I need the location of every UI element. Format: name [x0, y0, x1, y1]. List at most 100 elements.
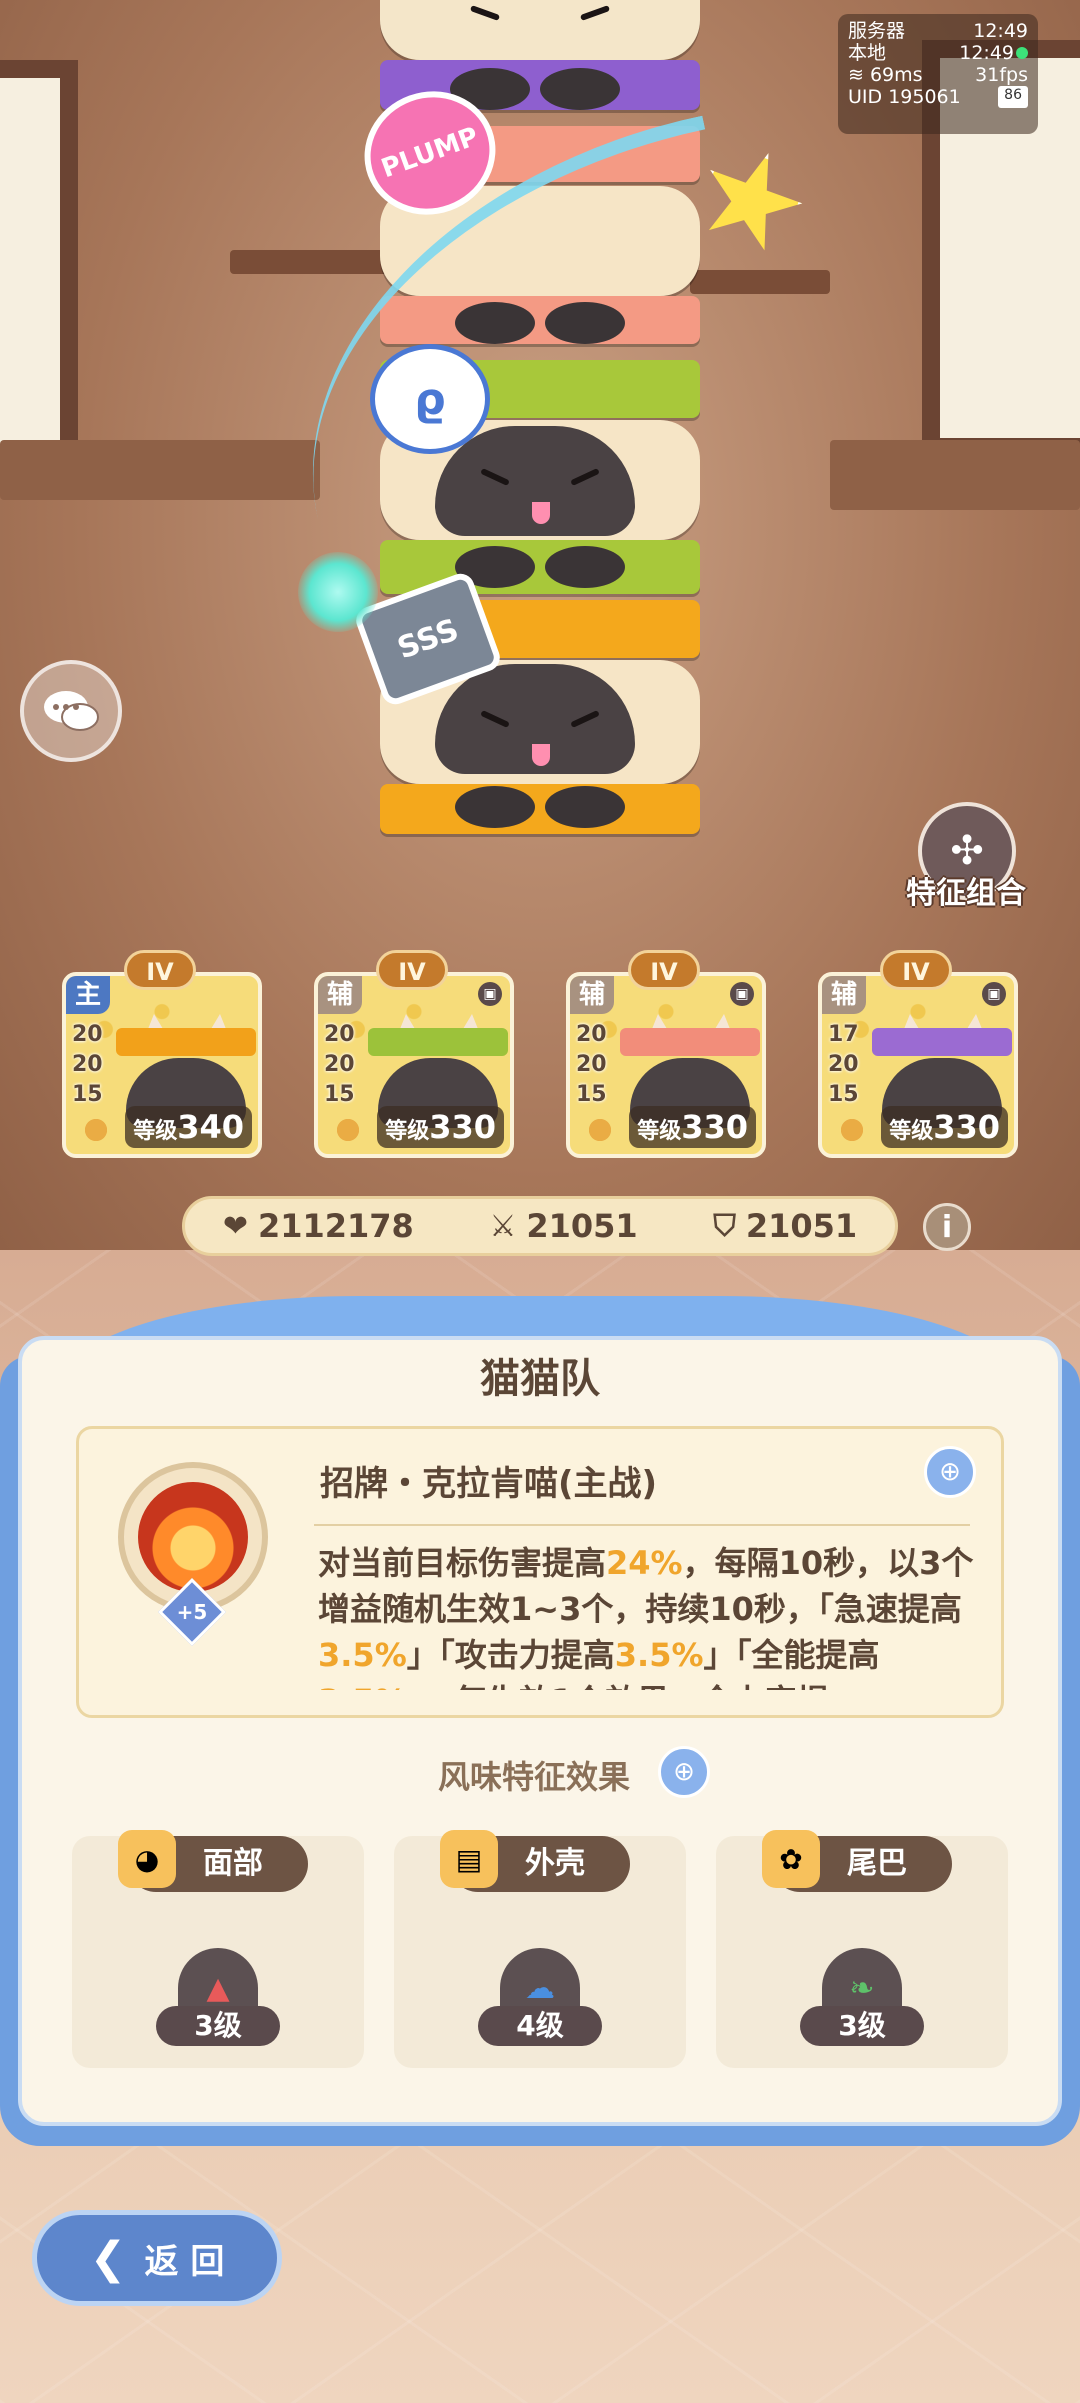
flavor-band — [620, 1028, 760, 1056]
chat-button[interactable] — [20, 660, 122, 762]
paw-pattern — [828, 1110, 876, 1150]
info-button[interactable]: i — [923, 1203, 971, 1251]
trait-stat: 20 — [324, 1052, 355, 1077]
skill-divider — [314, 1524, 970, 1526]
glow-orb — [298, 552, 378, 632]
trait-stats: 20 20 15 — [576, 1020, 607, 1110]
uid-value: 195061 — [888, 86, 961, 108]
trait-card[interactable]: ✿ 尾巴 ❧ 3级 — [716, 1830, 1008, 2068]
trait-stats: 17 20 15 — [828, 1020, 859, 1110]
trait-level: 3级 — [156, 2006, 280, 2046]
card-level: 等级330 — [881, 1106, 1008, 1148]
trait-stat: 20 — [576, 1052, 607, 1077]
card-frame: 辅 ▣ 17 20 15 等级330 — [818, 972, 1018, 1158]
server-label: 服务器 — [848, 20, 906, 42]
flame-icon — [138, 1482, 248, 1592]
info-icon: i — [941, 1210, 953, 1245]
card-level: 等级330 — [377, 1106, 504, 1148]
team-stats-bar: ❤ 2112178 ⚔ 21051 ⛉ 21051 — [182, 1196, 898, 1256]
online-dot-icon — [1016, 47, 1028, 59]
trait-stat: 20 — [324, 1022, 355, 1047]
left-window — [0, 60, 78, 476]
paw-pattern — [72, 1110, 120, 1150]
defense-value: 21051 — [745, 1207, 858, 1245]
trait-stat: 20 — [72, 1022, 103, 1047]
chat-bubble-icon — [44, 691, 99, 731]
trait-card[interactable]: ▤ 外壳 ☁ 4级 — [394, 1830, 686, 2068]
skill-zoom-button[interactable]: ⊕ — [924, 1446, 976, 1498]
tail-icon: ✿ — [762, 1830, 820, 1888]
left-shelf — [230, 250, 400, 274]
trait-stats: 20 20 15 — [72, 1020, 103, 1110]
flavor-band — [368, 1028, 508, 1056]
attack-value: 21051 — [526, 1207, 638, 1245]
cat-paw — [545, 786, 625, 828]
fps-value: 31fps — [975, 64, 1028, 86]
role-tag: 辅 — [318, 976, 362, 1014]
cat-paw — [455, 786, 535, 828]
lock-icon: ▣ — [982, 982, 1006, 1006]
wifi-icon: ≋ — [848, 64, 864, 86]
team-card[interactable]: IV 辅 ▣ 20 20 15 等级330 — [314, 950, 514, 1158]
rank-badge: IV — [880, 950, 952, 990]
trait-stat: 15 — [828, 1082, 859, 1107]
paw-pattern — [576, 1110, 624, 1150]
shell-icon: ▤ — [440, 1830, 498, 1888]
rank-badge: IV — [628, 950, 700, 990]
cat-mouth — [532, 502, 550, 524]
trait-stat: 17 — [828, 1022, 859, 1047]
trait-stat: 20 — [828, 1052, 859, 1077]
ping-value: 69ms — [869, 64, 923, 86]
hp-value: 2112178 — [257, 1207, 414, 1245]
rank-badge: IV — [124, 950, 196, 990]
role-tag: 主 — [66, 976, 110, 1014]
blue-badge-sticker-icon: ϱ — [370, 344, 490, 454]
skill-description[interactable]: 对当前目标伤害提高24%，每隔10秒，以3个增益随机生效1~3个，持续10秒，「… — [318, 1540, 978, 1690]
lock-icon: ▣ — [478, 982, 502, 1006]
card-frame: 辅 ▣ 20 20 15 等级330 — [314, 972, 514, 1158]
rank-badge: IV — [376, 950, 448, 990]
back-arrow-icon: ❮ — [89, 2232, 127, 2284]
local-label: 本地 — [848, 42, 887, 64]
local-time: 12:49 — [959, 42, 1014, 64]
card-level: 等级340 — [125, 1106, 252, 1148]
uid-label: UID — [848, 86, 883, 108]
trait-stat: 20 — [72, 1052, 103, 1077]
debug-status-panel: 服务器 12:49 本地 12:49 ≋ 69ms 31fps UID 195061 8… — [838, 14, 1038, 134]
server-time: 12:49 — [973, 20, 1028, 42]
heart-icon: ❤ — [222, 1208, 248, 1244]
flavor-band — [872, 1028, 1012, 1056]
left-counter — [0, 440, 320, 500]
card-frame: 辅 ▣ 20 20 15 等级330 — [566, 972, 766, 1158]
skill-name: 招牌・克拉肯喵(主战) — [320, 1464, 658, 1504]
team-card[interactable]: IV 辅 ▣ 20 20 15 等级330 — [566, 950, 766, 1158]
team-card[interactable]: IV 主 20 20 15 等级340 — [62, 950, 262, 1158]
card-level: 等级330 — [629, 1106, 756, 1148]
back-button[interactable]: ❮ 返 回 — [32, 2210, 282, 2306]
back-button-label: 返 回 — [144, 2241, 225, 2282]
flavor-zoom-button[interactable]: ⊕ — [658, 1746, 710, 1798]
trait-level: 4级 — [478, 2006, 602, 2046]
paw-pattern — [324, 1110, 372, 1150]
cat-paw — [540, 68, 620, 110]
role-tag: 辅 — [570, 976, 614, 1014]
trait-stat: 15 — [576, 1082, 607, 1107]
trait-stats: 20 20 15 — [324, 1020, 355, 1110]
cat-paw — [545, 546, 625, 588]
flavor-band — [116, 1028, 256, 1056]
shield-icon: ⛉ — [713, 1208, 736, 1244]
feature-combo-label: 特征组合 — [906, 876, 1026, 911]
magnifier-icon: ⊕ — [939, 1457, 961, 1487]
role-tag: 辅 — [822, 976, 866, 1014]
cat-mouth — [532, 744, 550, 766]
card-frame: 主 20 20 15 等级340 — [62, 972, 262, 1158]
team-card[interactable]: IV 辅 ▣ 17 20 15 等级330 — [818, 950, 1018, 1158]
orange-bottom-layer — [380, 784, 700, 834]
panel-title: 猫猫队 — [480, 1356, 600, 1402]
trait-stat: 20 — [576, 1022, 607, 1047]
flavor-traits-title: 风味特征效果 — [438, 1758, 631, 1796]
trait-card[interactable]: ◕ 面部 ▲ 3级 — [72, 1830, 364, 2068]
lock-icon: ▣ — [730, 982, 754, 1006]
right-counter — [830, 440, 1080, 510]
crossed-swords-icon: ⚔ — [489, 1208, 517, 1244]
